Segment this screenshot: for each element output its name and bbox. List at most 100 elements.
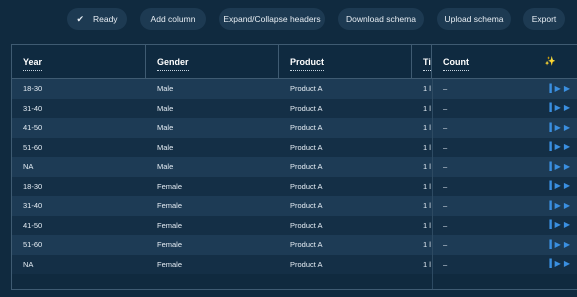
column-header-ti[interactable]: Ti: [412, 45, 432, 79]
check-icon: ✔: [76, 13, 84, 24]
download-schema-button[interactable]: Download schema: [338, 8, 424, 30]
step-forward-icon[interactable]: ▍▶: [550, 221, 561, 229]
cell-year[interactable]: 31-40: [12, 99, 146, 119]
step-forward-icon[interactable]: ▍▶: [550, 240, 561, 249]
header-count-label: Count: [443, 57, 469, 71]
cell-year[interactable]: 31-40: [12, 196, 146, 216]
cell-product[interactable]: Product A: [279, 216, 412, 236]
cell-gender[interactable]: Female: [146, 216, 279, 236]
cell-product[interactable]: Product A: [279, 157, 412, 177]
cell-ti[interactable]: 1 l: [412, 177, 432, 197]
step-forward-icon[interactable]: ▍▶: [550, 182, 561, 190]
sparkle-icon[interactable]: ✨: [545, 56, 556, 67]
cell-year[interactable]: NA: [12, 255, 146, 275]
cell-gender[interactable]: Male: [146, 79, 279, 99]
cell-ti[interactable]: 1 l: [412, 216, 432, 236]
row-actions: ▍▶ ▶: [550, 79, 570, 99]
column-header-product[interactable]: Product: [279, 45, 412, 79]
row-actions: ▍▶ ▶: [550, 196, 570, 216]
cell-ti[interactable]: 1 l: [412, 157, 432, 177]
row-actions: ▍▶ ▶: [550, 99, 570, 119]
step-forward-icon[interactable]: ▍▶: [550, 84, 561, 93]
table-row[interactable]: 31-40 Male Product A1 l – ▍▶ ▶: [12, 98, 577, 119]
row-actions: ▍▶ ▶: [550, 177, 570, 197]
play-icon[interactable]: ▶: [564, 84, 570, 93]
header-year-label: Year: [23, 57, 43, 71]
ready-button[interactable]: ✔ Ready: [67, 8, 127, 30]
header-product-label: Product: [290, 57, 325, 71]
table-row[interactable]: 41-50 Male Product A1 l – ▍▶ ▶: [12, 118, 577, 138]
table-row[interactable]: 51-60 Female Product A1 l – ▍▶ ▶: [12, 235, 577, 255]
column-header-gender[interactable]: Gender: [146, 45, 279, 79]
ready-label: Ready: [92, 14, 118, 24]
cell-year[interactable]: NA: [12, 157, 146, 177]
cell-product[interactable]: Product A: [279, 177, 412, 197]
cell-product[interactable]: Product A: [279, 118, 412, 138]
play-icon[interactable]: ▶: [564, 162, 570, 171]
step-forward-icon[interactable]: ▍▶: [550, 143, 561, 151]
cell-year[interactable]: 18-30: [12, 79, 146, 99]
step-forward-icon[interactable]: ▍▶: [550, 201, 561, 210]
expand-collapse-headers-button[interactable]: Expand/Collapse headers: [219, 8, 325, 30]
export-button[interactable]: Export: [523, 8, 565, 30]
data-grid: Year Gender Product Ti Count ✨ 18-30 Male…: [11, 44, 577, 290]
cell-gender[interactable]: Male: [146, 157, 279, 177]
cell-gender[interactable]: Female: [146, 255, 279, 275]
cell-product[interactable]: Product A: [279, 99, 412, 119]
play-icon[interactable]: ▶: [564, 104, 570, 112]
cell-gender[interactable]: Male: [146, 99, 279, 119]
add-column-button[interactable]: Add column: [140, 8, 206, 30]
header-ti-label: Ti: [423, 57, 431, 71]
cell-ti[interactable]: 1 l: [412, 196, 432, 216]
play-icon[interactable]: ▶: [564, 260, 570, 268]
cell-gender[interactable]: Female: [146, 235, 279, 255]
header-gender-label: Gender: [157, 57, 189, 71]
cell-ti[interactable]: 1 l: [412, 99, 432, 119]
play-icon[interactable]: ▶: [564, 143, 570, 151]
cell-year[interactable]: 41-50: [12, 118, 146, 138]
cell-product[interactable]: Product A: [279, 235, 412, 255]
cell-product[interactable]: Product A: [279, 79, 412, 99]
play-icon[interactable]: ▶: [564, 221, 570, 229]
cell-gender[interactable]: Male: [146, 138, 279, 158]
play-icon[interactable]: ▶: [564, 182, 570, 190]
step-forward-icon[interactable]: ▍▶: [550, 123, 561, 132]
table-row[interactable]: 31-40 Female Product A1 l – ▍▶ ▶: [12, 196, 577, 216]
cell-year[interactable]: 51-60: [12, 138, 146, 158]
row-actions: ▍▶ ▶: [550, 216, 570, 236]
table-row[interactable]: 51-60 Male Product A1 l – ▍▶ ▶: [12, 137, 577, 158]
play-icon[interactable]: ▶: [564, 123, 570, 132]
cell-year[interactable]: 51-60: [12, 235, 146, 255]
cell-year[interactable]: 18-30: [12, 177, 146, 197]
table-row[interactable]: 18-30 Female Product A1 l – ▍▶ ▶: [12, 176, 577, 197]
cell-ti[interactable]: 1 l: [412, 118, 432, 138]
column-header-count[interactable]: Count ✨: [432, 45, 577, 79]
table-row[interactable]: 18-30 Male Product A1 l – ▍▶ ▶: [12, 79, 577, 99]
step-forward-icon[interactable]: ▍▶: [550, 104, 561, 112]
table-row[interactable]: 41-50 Female Product A1 l – ▍▶ ▶: [12, 215, 577, 236]
play-icon[interactable]: ▶: [564, 201, 570, 210]
cell-product[interactable]: Product A: [279, 255, 412, 275]
row-actions: ▍▶ ▶: [550, 255, 570, 275]
upload-schema-button[interactable]: Upload schema: [437, 8, 511, 30]
cell-ti[interactable]: 1 l: [412, 255, 432, 275]
column-header-year[interactable]: Year: [12, 45, 146, 79]
play-icon[interactable]: ▶: [564, 240, 570, 249]
cell-product[interactable]: Product A: [279, 138, 412, 158]
cell-ti[interactable]: 1 l: [412, 79, 432, 99]
cell-year[interactable]: 41-50: [12, 216, 146, 236]
cell-ti[interactable]: 1 l: [412, 235, 432, 255]
step-forward-icon[interactable]: ▍▶: [550, 162, 561, 171]
column-divider: [432, 79, 433, 289]
cell-ti[interactable]: 1 l: [412, 138, 432, 158]
cell-gender[interactable]: Male: [146, 118, 279, 138]
cell-product[interactable]: Product A: [279, 196, 412, 216]
step-forward-icon[interactable]: ▍▶: [550, 260, 561, 268]
row-actions: ▍▶ ▶: [550, 235, 570, 255]
toolbar: ✔ Ready Add column Expand/Collapse heade…: [0, 8, 577, 30]
table-row[interactable]: NA Female Product A1 l – ▍▶ ▶: [12, 254, 577, 275]
row-actions: ▍▶ ▶: [550, 157, 570, 177]
table-row[interactable]: NA Male Product A1 l – ▍▶ ▶: [12, 157, 577, 177]
cell-gender[interactable]: Female: [146, 177, 279, 197]
cell-gender[interactable]: Female: [146, 196, 279, 216]
